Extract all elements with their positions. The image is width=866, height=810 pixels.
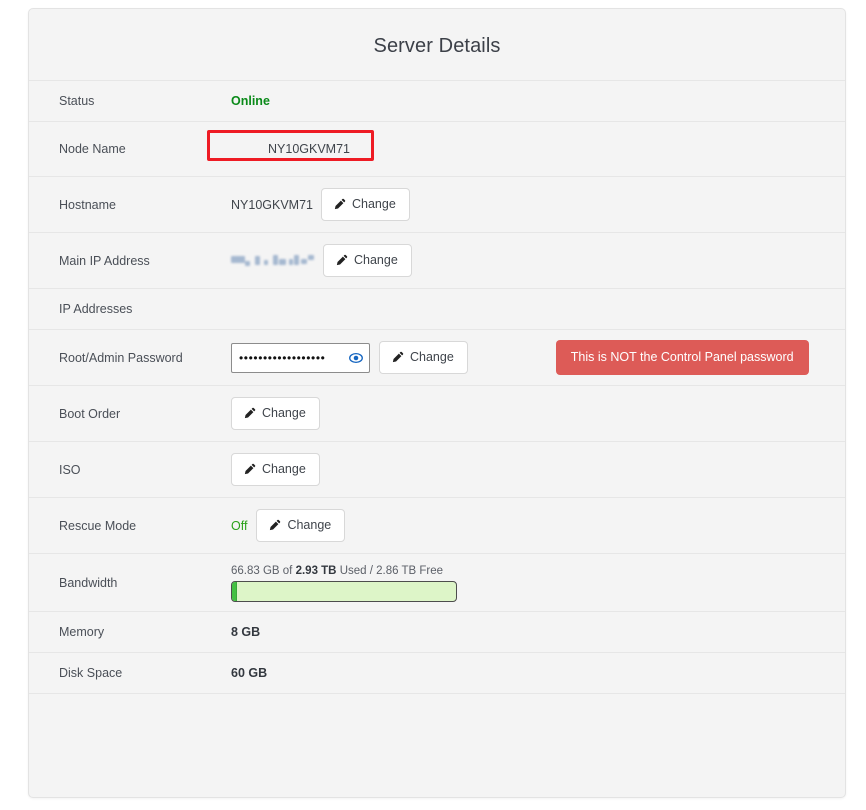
row-label-hostname: Hostname <box>59 197 116 212</box>
disk-space-value: 60 GB <box>231 666 268 680</box>
row-label-boot-order: Boot Order <box>59 406 121 421</box>
row-value-iso: Change <box>231 442 845 498</box>
table-row-main-ip: Main IP Address Change <box>29 232 845 289</box>
change-root-password-label: Change <box>410 350 454 365</box>
change-iso-label: Change <box>262 462 306 477</box>
table-row-bandwidth: Bandwidth 66.83 GB of 2.93 TB Used / 2.8… <box>29 553 845 612</box>
row-value-root-password: •••••••••••••••••• Change This is NOT th… <box>231 330 845 386</box>
bandwidth-total: 2.93 TB <box>295 564 337 577</box>
bandwidth-text-prefix: 66.83 GB of <box>231 564 296 577</box>
change-rescue-mode-button[interactable]: Change <box>256 509 346 542</box>
bandwidth-usage-text: 66.83 GB of 2.93 TB Used / 2.86 TB Free <box>231 565 827 577</box>
change-main-ip-label: Change <box>354 253 398 268</box>
table-row-memory: Memory 8 GB <box>29 611 845 653</box>
page-title: Server Details <box>373 35 501 57</box>
change-main-ip-button[interactable]: Change <box>323 244 412 277</box>
row-label-root-password: Root/Admin Password <box>59 350 183 365</box>
row-label-disk-space: Disk Space <box>59 666 123 680</box>
bandwidth-progress-bar <box>231 580 457 602</box>
password-field-wrapper[interactable]: •••••••••••••••••• <box>231 342 370 373</box>
memory-value: 8 GB <box>231 625 261 639</box>
table-row-hostname: Hostname NY10GKVM71 Change <box>29 176 845 233</box>
row-value-hostname: NY10GKVM71 Change <box>231 177 845 233</box>
change-rescue-mode-label: Change <box>287 518 332 533</box>
change-root-password-button[interactable]: Change <box>379 341 468 374</box>
change-boot-order-button[interactable]: Change <box>231 397 320 430</box>
row-value-rescue-mode: Off Change <box>231 498 845 554</box>
pencil-icon <box>391 351 404 364</box>
server-details-card: Server Details Status Online Node Name N… <box>28 8 846 798</box>
change-hostname-label: Change <box>351 197 396 212</box>
row-value-memory: 8 GB <box>231 612 845 653</box>
row-label-ip-addresses: IP Addresses <box>59 302 133 316</box>
table-row-rescue-mode: Rescue Mode Off Change <box>29 497 845 554</box>
row-value-ip-addresses <box>231 289 845 330</box>
change-hostname-button[interactable]: Change <box>320 188 410 221</box>
change-iso-button[interactable]: Change <box>231 453 320 486</box>
password-warning-badge: This is NOT the Control Panel password <box>555 340 809 375</box>
pencil-icon <box>243 407 256 420</box>
row-value-disk-space: 60 GB <box>231 653 845 694</box>
table-row-spacer <box>29 693 845 735</box>
pencil-icon <box>268 519 281 532</box>
row-label-iso: ISO <box>59 462 81 477</box>
table-row-boot-order: Boot Order Change <box>29 385 845 442</box>
table-row-root-password: Root/Admin Password •••••••••••••••••• C… <box>29 329 845 386</box>
page-root: Server Details Status Online Node Name N… <box>0 0 866 810</box>
change-boot-order-label: Change <box>262 406 306 421</box>
row-label-bandwidth: Bandwidth <box>59 575 118 590</box>
password-input[interactable]: •••••••••••••••••• <box>231 342 370 373</box>
table-row-ip-addresses: IP Addresses <box>29 288 845 330</box>
row-value-status: Online <box>231 81 845 122</box>
row-value-node-name: NY10GKVM71 <box>231 122 845 177</box>
pencil-icon <box>243 463 256 476</box>
table-row-node-name: Node Name NY10GKVM71 <box>29 121 845 177</box>
rescue-mode-state: Off <box>231 518 248 533</box>
row-label-status: Status <box>59 94 95 108</box>
status-badge: Online <box>231 94 270 108</box>
row-label-memory: Memory <box>59 625 105 639</box>
table-row-disk-space: Disk Space 60 GB <box>29 652 845 694</box>
bandwidth-text-suffix: Used / 2.86 TB Free <box>336 564 444 577</box>
row-label-main-ip: Main IP Address <box>59 253 150 268</box>
table-row-iso: ISO Change <box>29 441 845 498</box>
row-value-main-ip: Change <box>231 233 845 289</box>
row-value-boot-order: Change <box>231 386 845 442</box>
table-row-status: Status Online <box>29 80 845 122</box>
eye-icon[interactable] <box>349 351 363 365</box>
main-ip-redacted-value <box>231 253 314 268</box>
row-label-node-name: Node Name <box>59 142 126 156</box>
row-label-rescue-mode: Rescue Mode <box>59 518 137 533</box>
pencil-icon <box>335 254 348 267</box>
server-details-table: Status Online Node Name NY10GKVM71 Hostn… <box>29 80 845 735</box>
pencil-icon <box>333 198 346 211</box>
password-masked-value: •••••••••••••••••• <box>239 351 326 364</box>
row-value-bandwidth: 66.83 GB of 2.93 TB Used / 2.86 TB Free <box>231 554 845 612</box>
node-name-value: NY10GKVM71 <box>268 142 350 156</box>
bandwidth-progress-fill <box>232 581 238 601</box>
hostname-value: NY10GKVM71 <box>231 197 313 212</box>
